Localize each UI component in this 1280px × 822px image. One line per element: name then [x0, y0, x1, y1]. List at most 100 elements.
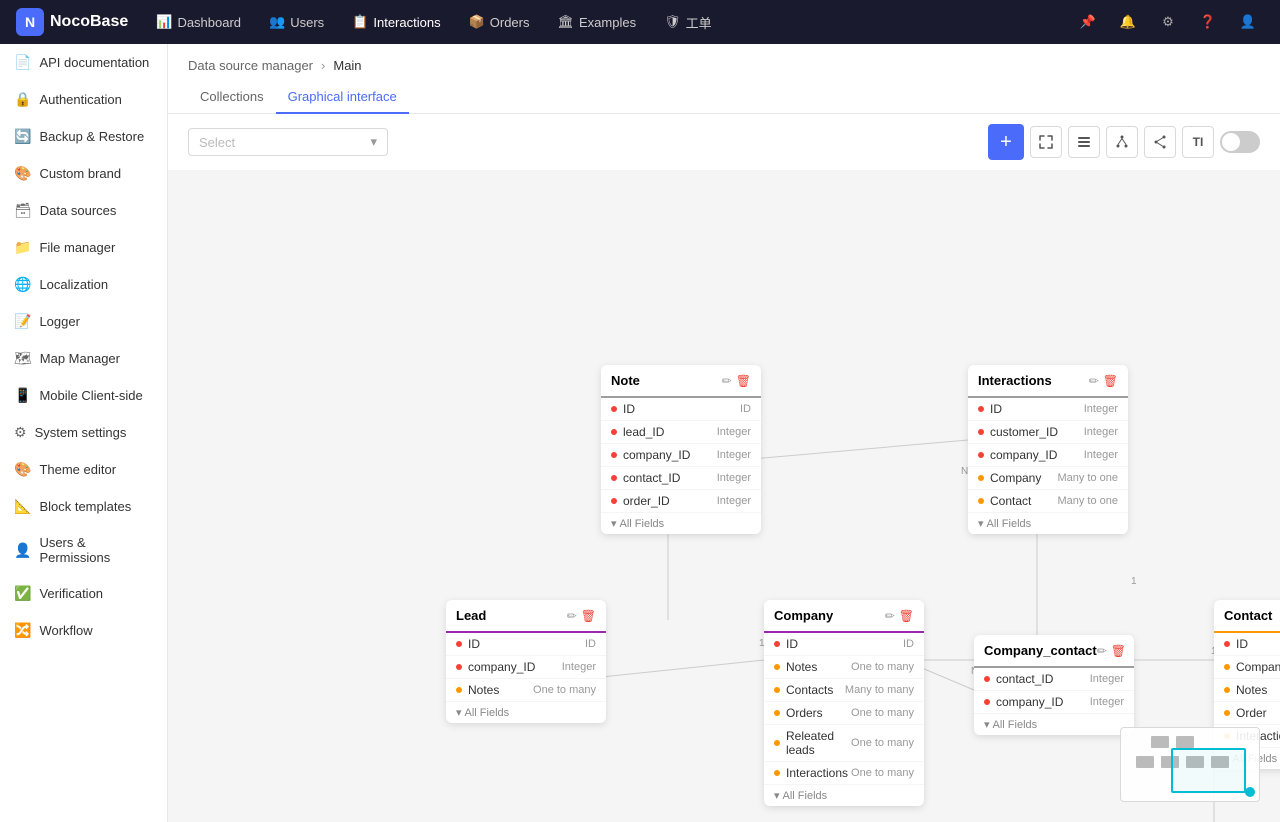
table-company-contact-footer[interactable]: ▾ All Fields	[974, 714, 1134, 735]
table-contact-title: Contact	[1224, 608, 1272, 623]
list-view-icon[interactable]	[1068, 126, 1100, 158]
hierarchy-icon[interactable]	[1106, 126, 1138, 158]
sidebar-item-localization[interactable]: 🌐 Localization	[0, 266, 167, 303]
toggle-switch[interactable]	[1220, 131, 1260, 153]
nav-interactions[interactable]: 📋 Interactions	[340, 8, 452, 36]
notification-icon[interactable]: 🔔	[1112, 6, 1144, 38]
mini-map-handle[interactable]	[1245, 787, 1255, 797]
edit-icon[interactable]: ✏	[885, 609, 895, 623]
table-note-header: Note ✏ 🗑	[601, 365, 761, 398]
brand-icon: 🎨	[14, 165, 31, 182]
fullscreen-icon[interactable]	[1030, 126, 1062, 158]
mini-block	[1136, 756, 1154, 768]
delete-icon[interactable]: 🗑	[1111, 644, 1126, 658]
user-avatar[interactable]: 👤	[1232, 6, 1264, 38]
sidebar-item-data-sources[interactable]: 🗃 Data sources	[0, 192, 167, 229]
map-icon: 🗺	[14, 350, 32, 367]
tab-graphical-interface[interactable]: Graphical interface	[276, 81, 409, 114]
sidebar-item-verification[interactable]: ✅ Verification	[0, 575, 167, 612]
table-row: company_ID Integer	[601, 444, 761, 467]
sidebar-item-map-manager[interactable]: 🗺 Map Manager	[0, 340, 167, 377]
breadcrumb-parent[interactable]: Data source manager	[188, 58, 313, 73]
settings-icon[interactable]: ⚙	[1152, 6, 1184, 38]
mini-map[interactable]	[1120, 727, 1260, 802]
add-table-button[interactable]: +	[988, 124, 1024, 160]
collection-select[interactable]: Select ▾	[188, 128, 388, 156]
sidebar-item-system-settings[interactable]: ⚙ System settings	[0, 414, 167, 451]
sidebar-item-file-manager[interactable]: 📁 File manager	[0, 229, 167, 266]
sidebar-item-theme-editor[interactable]: 🎨 Theme editor	[0, 451, 167, 488]
datasources-icon: 🗃	[14, 202, 32, 219]
table-interactions-footer[interactable]: ▾ All Fields	[968, 513, 1128, 534]
users-icon: 👥	[269, 14, 285, 30]
table-row: Notes One to many	[1214, 679, 1280, 702]
sidebar: 📄 API documentation 🔒 Authentication 🔄 B…	[0, 44, 168, 822]
table-card-note: Note ✏ 🗑 ID ID lead_ID Integer company_I…	[601, 365, 761, 534]
table-row: Releated leads One to many	[764, 725, 924, 762]
pin-icon[interactable]: 📌	[1072, 6, 1104, 38]
sidebar-item-authentication[interactable]: 🔒 Authentication	[0, 81, 167, 118]
mini-map-viewport	[1171, 748, 1246, 793]
table-row: Contacts Many to many	[764, 679, 924, 702]
edit-icon[interactable]: ✏	[567, 609, 577, 623]
sidebar-item-mobile[interactable]: 📱 Mobile Client-side	[0, 377, 167, 414]
nav-examples[interactable]: 🏛 Examples	[546, 8, 649, 36]
sidebar-item-block-templates[interactable]: 📐 Block templates	[0, 488, 167, 525]
system-icon: ⚙	[14, 424, 27, 441]
help-icon[interactable]: ❓	[1192, 6, 1224, 38]
delete-icon[interactable]: 🗑	[581, 609, 596, 623]
font-size-icon[interactable]: TI	[1182, 126, 1214, 158]
table-row: ID ID	[446, 633, 606, 656]
edit-icon[interactable]: ✏	[1089, 374, 1099, 388]
canvas-tools: +	[988, 124, 1260, 160]
delete-icon[interactable]: 🗑	[1103, 374, 1118, 388]
edit-icon[interactable]: ✏	[1097, 644, 1107, 658]
mini-block	[1151, 736, 1169, 748]
api-doc-icon: 📄	[14, 54, 31, 71]
table-card-lead: Lead ✏ 🗑 ID ID company_ID Integer Notes	[446, 600, 606, 723]
table-note-icons: ✏ 🗑	[722, 374, 751, 388]
breadcrumb-separator: ›	[321, 58, 325, 73]
block-icon: 📐	[14, 498, 31, 515]
sidebar-item-logger[interactable]: 📝 Logger	[0, 303, 167, 340]
table-company-contact-title: Company_contact	[984, 643, 1097, 658]
auth-icon: 🔒	[14, 91, 31, 108]
logo-text: NocoBase	[50, 13, 128, 31]
nav-users[interactable]: 👥 Users	[257, 8, 336, 36]
table-row: contact_ID Integer	[974, 668, 1134, 691]
breadcrumb: Data source manager › Main	[168, 44, 1280, 73]
interactions-icon: 📋	[352, 14, 368, 30]
table-lead-icons: ✏ 🗑	[567, 609, 596, 623]
sidebar-item-users-permissions[interactable]: 👤 Users & Permissions	[0, 525, 167, 575]
workflow-icon: 🔀	[14, 622, 31, 639]
table-lead-footer[interactable]: ▾ All Fields	[446, 702, 606, 723]
table-row: company_ID Integer	[974, 691, 1134, 714]
table-row: ID ID	[1214, 633, 1280, 656]
table-interactions-icons: ✏ 🗑	[1089, 374, 1118, 388]
verify-icon: ✅	[14, 585, 31, 602]
graphical-canvas[interactable]: N N 1 1 N N 1 1 1 N Note ✏ 🗑 ID	[168, 170, 1280, 822]
examples-icon: 🏛	[558, 14, 575, 30]
file-icon: 📁	[14, 239, 31, 256]
tab-collections[interactable]: Collections	[188, 81, 276, 114]
table-note-footer[interactable]: ▾ All Fields	[601, 513, 761, 534]
table-row: company_ID Integer	[968, 444, 1128, 467]
sidebar-item-api-documentation[interactable]: 📄 API documentation	[0, 44, 167, 81]
nav-dashboard[interactable]: 📊 Dashboard	[144, 8, 253, 36]
table-company-title: Company	[774, 608, 833, 623]
sidebar-item-backup-restore[interactable]: 🔄 Backup & Restore	[0, 118, 167, 155]
nav-gongdan[interactable]: 🛡 工单	[652, 7, 724, 38]
nav-orders[interactable]: 📦 Orders	[457, 8, 542, 36]
sidebar-item-custom-brand[interactable]: 🎨 Custom brand	[0, 155, 167, 192]
top-navigation: N NocoBase 📊 Dashboard 👥 Users 📋 Interac…	[0, 0, 1280, 44]
table-company-contact-icons: ✏ 🗑	[1097, 644, 1126, 658]
table-company-footer[interactable]: ▾ All Fields	[764, 785, 924, 806]
mini-map-inner	[1121, 728, 1259, 801]
sidebar-item-workflow[interactable]: 🔀 Workflow	[0, 612, 167, 649]
delete-icon[interactable]: 🗑	[899, 609, 914, 623]
delete-icon[interactable]: 🗑	[736, 374, 751, 388]
share-icon[interactable]	[1144, 126, 1176, 158]
table-row: Contact Many to one	[968, 490, 1128, 513]
edit-icon[interactable]: ✏	[722, 374, 732, 388]
table-lead-title: Lead	[456, 608, 486, 623]
